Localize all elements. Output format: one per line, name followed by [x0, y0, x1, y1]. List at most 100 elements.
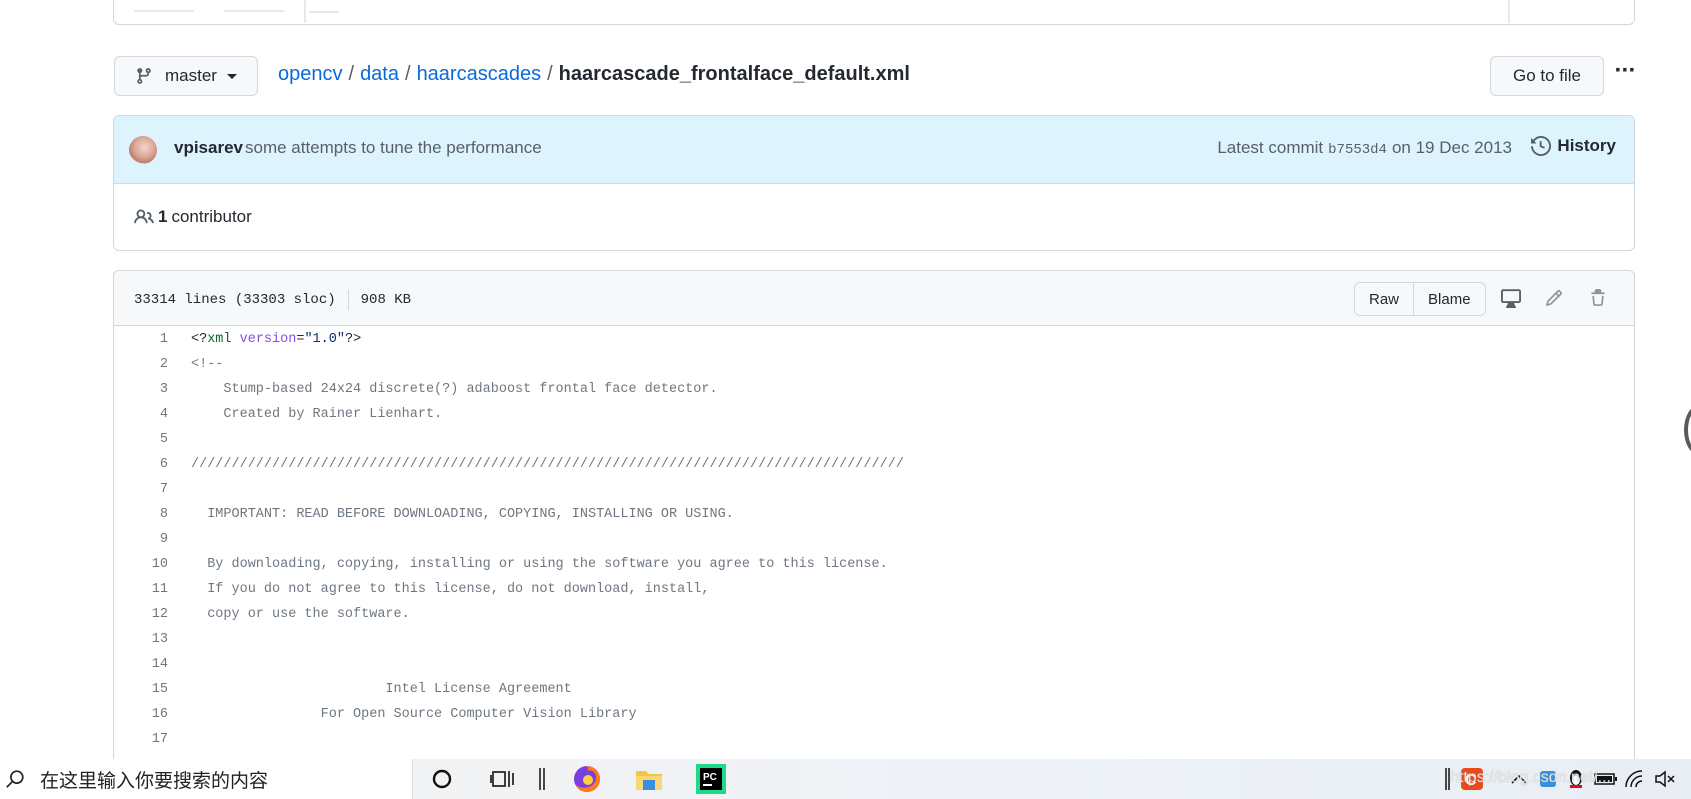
line-count: 33314 lines (33303 sloc)	[134, 292, 336, 308]
line-content: Stump-based 24x24 discrete(?) adaboost f…	[191, 382, 718, 397]
code-line: 15 Intel License Agreement	[114, 677, 1634, 702]
line-number[interactable]: 15	[114, 682, 168, 697]
code-line: 5	[114, 427, 1634, 452]
line-content: ////////////////////////////////////////…	[191, 457, 904, 472]
line-content: Intel License Agreement	[191, 682, 572, 697]
branch-selector-button[interactable]: master	[114, 56, 258, 96]
taskbar-separator	[538, 765, 546, 793]
trash-icon[interactable]	[1586, 286, 1610, 310]
search-icon	[6, 770, 24, 788]
contributor-label: contributor	[171, 207, 252, 226]
line-number[interactable]: 5	[114, 432, 168, 447]
task-view-icon[interactable]	[490, 765, 516, 793]
commit-author-link[interactable]: vpisarev	[174, 138, 243, 158]
history-link[interactable]: History	[1531, 136, 1616, 156]
code-listing: 1 <?xml version="1.0"?> 2 <!-- 3 Stump-ba…	[114, 327, 1634, 752]
line-content: copy or use the software.	[191, 607, 410, 622]
svg-text:PC: PC	[703, 772, 717, 783]
line-number[interactable]: 2	[114, 357, 168, 372]
code-line: 16 For Open Source Computer Vision Libra…	[114, 702, 1634, 727]
line-number[interactable]: 8	[114, 507, 168, 522]
breadcrumb-separator: /	[547, 62, 553, 85]
commit-meta: Latest commit b7553d4 on 19 Dec 2013	[1217, 138, 1512, 158]
line-number[interactable]: 9	[114, 532, 168, 547]
line-number[interactable]: 1	[114, 332, 168, 347]
commit-info-box: vpisarev some attempts to tune the perfo…	[113, 115, 1635, 251]
line-number[interactable]: 10	[114, 557, 168, 572]
line-number[interactable]: 4	[114, 407, 168, 422]
file-explorer-icon[interactable]	[634, 765, 664, 793]
breadcrumb-item-data[interactable]: data	[360, 63, 399, 86]
taskbar-search-box[interactable]: 在这里输入你要搜索的内容	[0, 759, 413, 799]
code-line: 4 Created by Rainer Lienhart.	[114, 402, 1634, 427]
code-line: 8 IMPORTANT: READ BEFORE DOWNLOADING, CO…	[114, 502, 1634, 527]
latest-commit-label: Latest commit	[1217, 138, 1324, 157]
line-content: IMPORTANT: READ BEFORE DOWNLOADING, COPY…	[191, 507, 734, 522]
latest-commit-bar: vpisarev some attempts to tune the perfo…	[114, 116, 1634, 184]
caret-down-icon	[226, 73, 237, 79]
commit-message-link[interactable]: some attempts to tune the performance	[245, 138, 542, 158]
line-number[interactable]: 14	[114, 657, 168, 672]
line-number[interactable]: 16	[114, 707, 168, 722]
line-number[interactable]: 17	[114, 732, 168, 747]
code-line: 3 Stump-based 24x24 discrete(?) adaboost…	[114, 377, 1634, 402]
firefox-icon[interactable]	[572, 765, 602, 793]
line-content: Created by Rainer Lienhart.	[191, 407, 443, 422]
blame-button[interactable]: Blame	[1413, 283, 1485, 315]
commit-sha-link[interactable]: b7553d4	[1328, 142, 1387, 158]
code-line: 9	[114, 527, 1634, 552]
breadcrumb-current-file: haarcascade_frontalface_default.xml	[558, 62, 910, 85]
breadcrumb-separator: /	[348, 62, 355, 85]
floating-scroll-button[interactable]	[1684, 405, 1691, 455]
volume-muted-icon[interactable]	[1654, 765, 1676, 793]
go-to-file-button[interactable]: Go to file	[1490, 56, 1604, 96]
cortana-icon[interactable]	[430, 765, 454, 793]
breadcrumb-item-haarcascades[interactable]: haarcascades	[417, 63, 542, 86]
line-number[interactable]: 3	[114, 382, 168, 397]
commit-date: on 19 Dec 2013	[1391, 138, 1512, 157]
line-number[interactable]: 12	[114, 607, 168, 622]
line-number[interactable]: 6	[114, 457, 168, 472]
breadcrumb-separator: /	[405, 62, 411, 85]
avatar[interactable]	[129, 136, 157, 164]
code-line: 17	[114, 727, 1634, 752]
divider	[347, 290, 349, 310]
line-number[interactable]: 11	[114, 582, 168, 597]
code-line: 10 By downloading, copying, installing o…	[114, 552, 1634, 577]
code-line: 12 copy or use the software.	[114, 602, 1634, 627]
people-icon	[134, 209, 154, 224]
file-info: 33314 lines (33303 sloc) 908 KB	[134, 290, 411, 310]
history-icon	[1531, 136, 1552, 156]
contributor-count: 1	[158, 207, 168, 226]
branch-label: master	[165, 66, 217, 85]
code-line: 1 <?xml version="1.0"?>	[114, 327, 1634, 352]
line-content: For Open Source Computer Vision Library	[191, 707, 637, 722]
raw-button[interactable]: Raw	[1355, 283, 1413, 315]
line-content: By downloading, copying, installing or u…	[191, 557, 888, 572]
breadcrumb: opencv / data / haarcascades / haarcasca…	[278, 60, 910, 88]
line-content: <!--	[191, 357, 224, 372]
file-viewer: 33314 lines (33303 sloc) 908 KB Raw Blam…	[113, 270, 1635, 799]
pycharm-icon[interactable]: PC	[696, 764, 726, 794]
desktop-icon[interactable]	[1499, 286, 1523, 310]
code-line: 13	[114, 627, 1634, 652]
search-placeholder: 在这里输入你要搜索的内容	[40, 770, 269, 792]
line-number[interactable]: 13	[114, 632, 168, 647]
windows-taskbar: 在这里输入你要搜索的内容 PC C	[0, 759, 1691, 799]
pencil-icon[interactable]	[1542, 286, 1566, 310]
file-size: 908 KB	[360, 292, 412, 308]
history-label: History	[1557, 136, 1616, 155]
breadcrumb-item-opencv[interactable]: opencv	[278, 63, 343, 86]
code-line: 7	[114, 477, 1634, 502]
more-options-button[interactable]: ···	[1612, 57, 1638, 84]
code-line: 2 <!--	[114, 352, 1634, 377]
code-line: 6 ///////////////////////////////////////…	[114, 452, 1634, 477]
line-content: If you do not agree to this license, do …	[191, 582, 710, 597]
git-branch-icon	[137, 68, 151, 84]
code-line: 11 If you do not agree to this license, …	[114, 577, 1634, 602]
wifi-icon[interactable]	[1624, 765, 1646, 793]
code-line: 14	[114, 652, 1634, 677]
contributors-link[interactable]: 1 contributor	[134, 207, 252, 227]
line-number[interactable]: 7	[114, 482, 168, 497]
view-button-group: Raw Blame	[1354, 282, 1486, 316]
